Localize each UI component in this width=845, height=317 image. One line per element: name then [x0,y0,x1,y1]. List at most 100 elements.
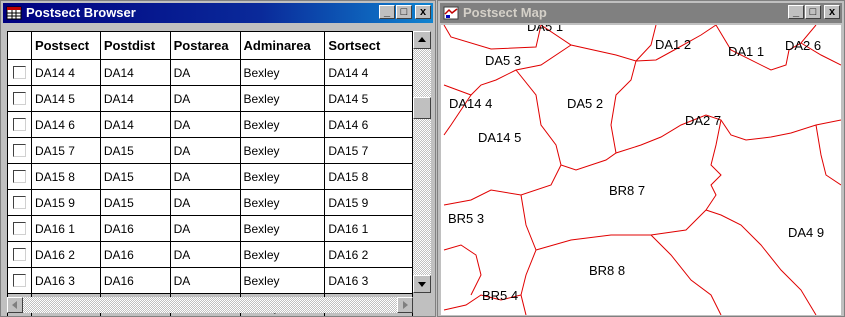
cell-adminarea[interactable]: Bexley [239,85,326,112]
cell-postsect[interactable]: DA16 1 [30,215,101,242]
cell-sortsect[interactable]: DA14 6 [324,111,413,138]
map-label[interactable]: BR5 4 [482,288,518,303]
minimize-button[interactable]: _ [788,5,804,19]
scroll-left-button[interactable] [7,297,23,313]
cell-postdist[interactable]: DA16 [99,215,171,242]
cell-adminarea[interactable]: Bexley [239,267,326,294]
horizontal-scrollbar[interactable] [7,297,413,313]
cell-postdist[interactable]: DA15 [99,163,171,190]
browser-titlebar[interactable]: Postsect Browser _ □ x [3,3,433,23]
cell-postarea[interactable]: DA [169,137,241,164]
map-label[interactable]: BR5 3 [448,211,484,226]
cell-postsect[interactable]: DA15 8 [30,163,101,190]
cell-sortsect[interactable]: DA15 8 [324,163,413,190]
scroll-right-button[interactable] [397,297,413,313]
map-label[interactable]: DA1 1 [728,44,764,59]
table-row[interactable]: DA14 5 DA14 DA Bexley DA14 5 [7,85,413,112]
cell-postdist[interactable]: DA14 [99,85,171,112]
cell-postarea[interactable]: DA [169,59,241,86]
cell-postsect[interactable]: DA14 5 [30,85,101,112]
table-row[interactable]: DA15 8 DA15 DA Bexley DA15 8 [7,163,413,190]
map-label[interactable]: DA14 4 [449,96,492,111]
map-canvas[interactable]: DA5 1 DA1 2 DA1 1 DA2 6 DA5 3 DA14 4 DA5… [441,25,841,315]
scroll-down-button[interactable] [413,275,431,293]
cell-postsect[interactable]: DA14 4 [30,59,101,86]
cell-postarea[interactable]: DA [169,85,241,112]
map-title: Postsect Map [463,5,547,20]
map-label[interactable]: BR8 7 [609,183,645,198]
map-label[interactable]: DA1 2 [655,37,691,52]
cell-adminarea[interactable]: Bexley [239,241,326,268]
map-titlebar[interactable]: Postsect Map _ □ x [440,3,842,23]
cell-postarea[interactable]: DA [169,267,241,294]
cell-sortsect[interactable]: DA14 4 [324,59,413,86]
cell-sortsect[interactable]: DA16 1 [324,215,413,242]
row-checkbox[interactable] [13,66,26,79]
cell-adminarea[interactable]: Bexley [239,137,326,164]
maximize-button[interactable]: □ [396,5,412,19]
cell-postarea[interactable]: DA [169,215,241,242]
table-row[interactable]: DA14 4 DA14 DA Bexley DA14 4 [7,59,413,86]
close-button[interactable]: x [824,5,840,19]
row-checkbox[interactable] [13,222,26,235]
cell-postsect[interactable]: DA15 7 [30,137,101,164]
cell-postsect[interactable]: DA14 6 [30,111,101,138]
cell-adminarea[interactable]: Bexley [239,163,326,190]
cell-postdist[interactable]: DA16 [99,267,171,294]
select-column-header [7,31,32,60]
column-header-postdist[interactable]: Postdist [99,31,171,60]
cell-sortsect[interactable]: DA15 9 [324,189,413,216]
row-checkbox[interactable] [13,274,26,287]
column-header-postarea[interactable]: Postarea [169,31,241,60]
map-label[interactable]: BR8 8 [589,263,625,278]
column-header-adminarea[interactable]: Adminarea [239,31,326,60]
cell-sortsect[interactable]: DA14 5 [324,85,413,112]
cell-postarea[interactable]: DA [169,189,241,216]
column-header-sortsect[interactable]: Sortsect [324,31,413,60]
table-row[interactable]: DA15 7 DA15 DA Bexley DA15 7 [7,137,413,164]
row-checkbox[interactable] [13,196,26,209]
map-label[interactable]: DA5 2 [567,96,603,111]
scroll-up-button[interactable] [413,31,431,49]
table-row[interactable]: DA16 1 DA16 DA Bexley DA16 1 [7,215,413,242]
row-checkbox[interactable] [13,170,26,183]
cell-adminarea[interactable]: Bexley [239,59,326,86]
column-header-postsect[interactable]: Postsect [30,31,101,60]
cell-sortsect[interactable]: DA15 7 [324,137,413,164]
table-row[interactable]: DA16 2 DA16 DA Bexley DA16 2 [7,241,413,268]
cell-adminarea[interactable]: Bexley [239,215,326,242]
map-label[interactable]: DA2 6 [785,38,821,53]
map-label[interactable]: DA5 1 [527,25,563,34]
cell-postarea[interactable]: DA [169,163,241,190]
cell-postdist[interactable]: DA15 [99,137,171,164]
cell-postdist[interactable]: DA16 [99,241,171,268]
row-checkbox[interactable] [13,144,26,157]
cell-postarea[interactable]: DA [169,241,241,268]
map-label[interactable]: DA4 9 [788,225,824,240]
cell-sortsect[interactable]: DA16 2 [324,241,413,268]
cell-adminarea[interactable]: Bexley [239,111,326,138]
vertical-scroll-thumb[interactable] [413,97,431,119]
minimize-button[interactable]: _ [379,5,395,19]
table-row[interactable]: DA14 6 DA14 DA Bexley DA14 6 [7,111,413,138]
cell-postsect[interactable]: DA15 9 [30,189,101,216]
map-label[interactable]: DA2 7 [685,113,721,128]
cell-adminarea[interactable]: Bexley [239,189,326,216]
row-checkbox[interactable] [13,248,26,261]
cell-postdist[interactable]: DA14 [99,111,171,138]
map-label[interactable]: DA5 3 [485,53,521,68]
close-button[interactable]: x [415,5,431,19]
cell-postsect[interactable]: DA16 3 [30,267,101,294]
vertical-scrollbar[interactable] [413,31,431,293]
cell-sortsect[interactable]: DA16 3 [324,267,413,294]
row-checkbox[interactable] [13,118,26,131]
cell-postarea[interactable]: DA [169,111,241,138]
cell-postdist[interactable]: DA14 [99,59,171,86]
cell-postdist[interactable]: DA15 [99,189,171,216]
row-checkbox[interactable] [13,92,26,105]
cell-postsect[interactable]: DA16 2 [30,241,101,268]
table-row[interactable]: DA16 3 DA16 DA Bexley DA16 3 [7,267,413,294]
table-row[interactable]: DA15 9 DA15 DA Bexley DA15 9 [7,189,413,216]
maximize-button[interactable]: □ [805,5,821,19]
map-label[interactable]: DA14 5 [478,130,521,145]
